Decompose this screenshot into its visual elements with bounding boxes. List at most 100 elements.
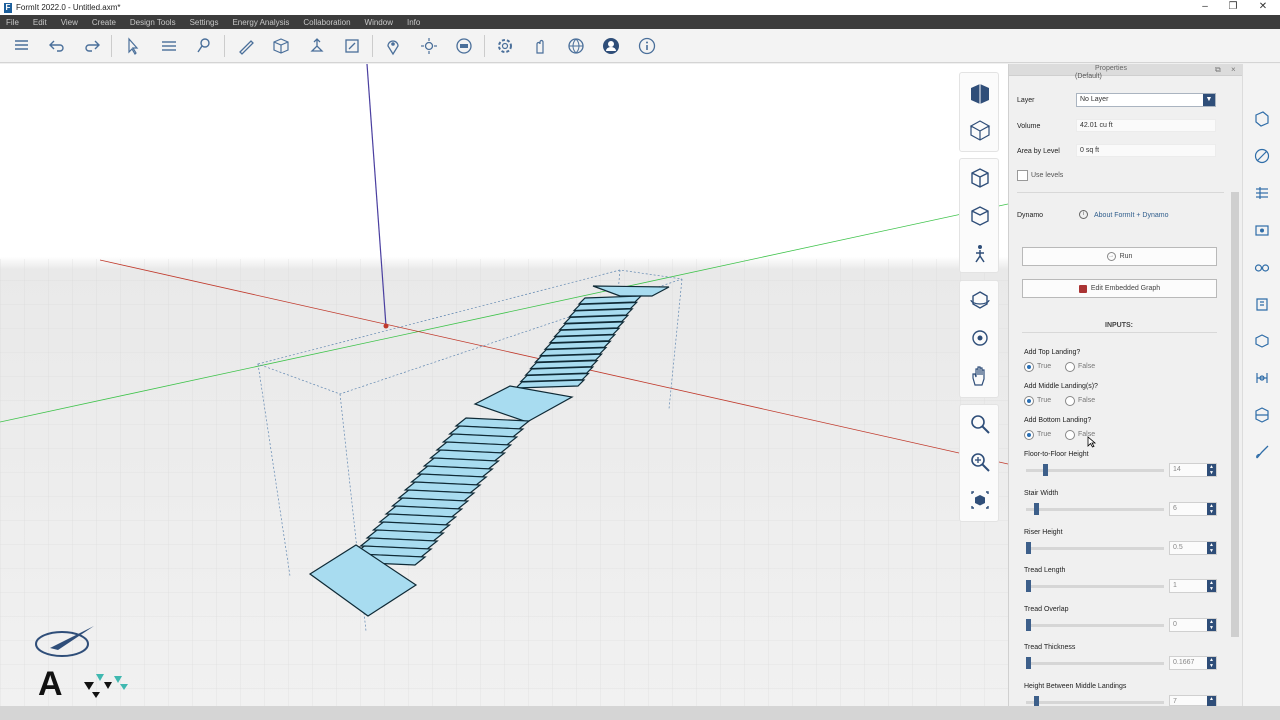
stair-width-input[interactable]: 6 ▲ ▼	[1169, 502, 1217, 516]
slider-thumb[interactable]	[1026, 619, 1031, 631]
status-bar	[0, 706, 1280, 720]
slider-thumb[interactable]	[1033, 503, 1039, 515]
properties-title: Properties	[1095, 65, 1127, 72]
riser-height-slider[interactable]	[1026, 542, 1164, 554]
properties-scrollbar[interactable]	[1231, 192, 1239, 637]
height-between-landings-slider[interactable]	[1026, 696, 1164, 708]
wireframe-view-icon[interactable]	[967, 117, 993, 143]
tread-thickness-slider[interactable]	[1026, 657, 1164, 669]
tread-overlap-slider[interactable]	[1026, 619, 1164, 631]
plugin-manager-panel-icon[interactable]	[1251, 404, 1273, 426]
height-between-landings-input[interactable]: 7 ▲	[1169, 695, 1217, 708]
look-around-icon[interactable]	[967, 325, 993, 351]
floor-to-floor-height-input[interactable]: 14 ▲ ▼	[1169, 463, 1217, 477]
close-window-button[interactable]: ✕	[1248, 0, 1278, 15]
orthographic-view-icon[interactable]	[967, 203, 993, 229]
zoom-icon[interactable]	[967, 411, 993, 437]
undock-icon[interactable]: ⧉	[1215, 65, 1221, 75]
render-icon[interactable]	[451, 34, 477, 58]
sketch-icon[interactable]	[233, 34, 259, 58]
frame-icon[interactable]	[339, 34, 365, 58]
select-icon[interactable]	[120, 34, 146, 58]
menu-design-tools[interactable]: Design Tools	[130, 18, 176, 27]
about-dynamo-link[interactable]: About FormIt + Dynamo	[1094, 212, 1169, 219]
brush-panel-icon[interactable]	[1251, 441, 1273, 463]
bottom-landing-false-radio[interactable]	[1065, 430, 1075, 440]
tread-overlap-input[interactable]: 0 ▲ ▼	[1169, 618, 1217, 632]
location-icon[interactable]	[380, 34, 406, 58]
menu-window[interactable]: Window	[365, 18, 393, 27]
edit-embedded-graph-button[interactable]: Edit Embedded Graph	[1022, 279, 1217, 298]
3d-viewport[interactable]: A	[0, 64, 1008, 706]
spin-arrows-icon[interactable]: ▲ ▼	[1207, 542, 1216, 554]
top-landing-false-radio[interactable]	[1065, 362, 1075, 372]
slider-thumb[interactable]	[1026, 580, 1031, 592]
settings-icon[interactable]	[492, 34, 518, 58]
menu-create[interactable]: Create	[92, 18, 116, 27]
spin-arrows-icon[interactable]: ▲ ▼	[1207, 580, 1216, 592]
dynamo-icon[interactable]	[527, 34, 553, 58]
user-icon[interactable]	[598, 34, 624, 58]
slider-thumb[interactable]	[1043, 464, 1049, 476]
pan-hand-icon[interactable]	[967, 363, 993, 389]
walk-mode-icon[interactable]	[967, 241, 993, 267]
spin-arrows-icon[interactable]: ▲ ▼	[1207, 657, 1216, 669]
menu-info[interactable]: Info	[407, 18, 420, 27]
group-icon[interactable]	[156, 34, 182, 58]
paint-icon[interactable]	[191, 34, 217, 58]
tread-thickness-input[interactable]: 0.1667 ▲ ▼	[1169, 656, 1217, 670]
menu-collaboration[interactable]: Collaboration	[303, 18, 350, 27]
info-circle-icon[interactable]: i	[1079, 210, 1088, 219]
floor-to-floor-height-slider[interactable]	[1026, 464, 1164, 476]
visual-styles-panel-icon[interactable]	[1251, 256, 1273, 278]
zoom-extents-icon[interactable]	[967, 487, 993, 513]
scenes-panel-icon[interactable]	[1251, 219, 1273, 241]
collaborate-icon[interactable]	[563, 34, 589, 58]
top-landing-true-radio[interactable]	[1024, 362, 1034, 372]
layer-dropdown[interactable]: No Layer ▼	[1076, 93, 1216, 107]
middle-landing-true-radio[interactable]	[1024, 396, 1034, 406]
orbit-icon[interactable]	[967, 287, 993, 313]
spin-arrows-icon[interactable]: ▲ ▼	[1207, 619, 1216, 631]
menu-edit[interactable]: Edit	[33, 18, 47, 27]
slider-thumb[interactable]	[1026, 542, 1031, 554]
minimize-button[interactable]: –	[1190, 0, 1220, 15]
properties-panel-icon[interactable]	[1251, 108, 1273, 130]
sun-icon[interactable]	[416, 34, 442, 58]
menu-energy-analysis[interactable]: Energy Analysis	[232, 18, 289, 27]
middle-landing-false-radio[interactable]	[1065, 396, 1075, 406]
scene-canvas[interactable]	[0, 64, 1008, 706]
info-icon[interactable]	[634, 34, 660, 58]
groups-panel-icon[interactable]	[1251, 330, 1273, 352]
menu-file[interactable]: File	[6, 18, 19, 27]
perspective-view-icon[interactable]	[967, 165, 993, 191]
undo-icon[interactable]	[44, 34, 70, 58]
tread-length-slider[interactable]	[1026, 580, 1164, 592]
spin-arrows-icon[interactable]: ▲ ▼	[1207, 464, 1216, 476]
materials-panel-icon[interactable]	[1251, 145, 1273, 167]
levels-panel-icon[interactable]	[1251, 182, 1273, 204]
chevron-down-icon[interactable]: ▼	[1203, 94, 1215, 106]
content-library-panel-icon[interactable]	[1251, 293, 1273, 315]
bottom-landing-radio-group: True False	[1023, 429, 1143, 441]
run-button[interactable]: → Run	[1022, 247, 1217, 266]
riser-height-input[interactable]: 0.5 ▲ ▼	[1169, 541, 1217, 555]
use-levels-checkbox[interactable]	[1017, 170, 1028, 181]
menu-view[interactable]: View	[61, 18, 78, 27]
app-logo-icon: F	[4, 2, 12, 13]
spin-arrows-icon[interactable]: ▲ ▼	[1207, 503, 1216, 515]
push-pull-icon[interactable]	[304, 34, 330, 58]
restore-button[interactable]: ❐	[1218, 0, 1248, 15]
menu-settings[interactable]: Settings	[190, 18, 219, 27]
close-panel-icon[interactable]: ×	[1231, 65, 1236, 74]
redo-icon[interactable]	[79, 34, 105, 58]
zoom-window-icon[interactable]	[967, 449, 993, 475]
bottom-landing-true-radio[interactable]	[1024, 430, 1034, 440]
stair-width-slider[interactable]	[1026, 503, 1164, 515]
home-view-icon[interactable]	[967, 81, 993, 107]
slider-thumb[interactable]	[1026, 657, 1031, 669]
cube-icon[interactable]	[268, 34, 294, 58]
tread-length-input[interactable]: 1 ▲ ▼	[1169, 579, 1217, 593]
layers-menu-icon[interactable]	[9, 34, 35, 58]
dynamo-panel-icon[interactable]	[1251, 367, 1273, 389]
